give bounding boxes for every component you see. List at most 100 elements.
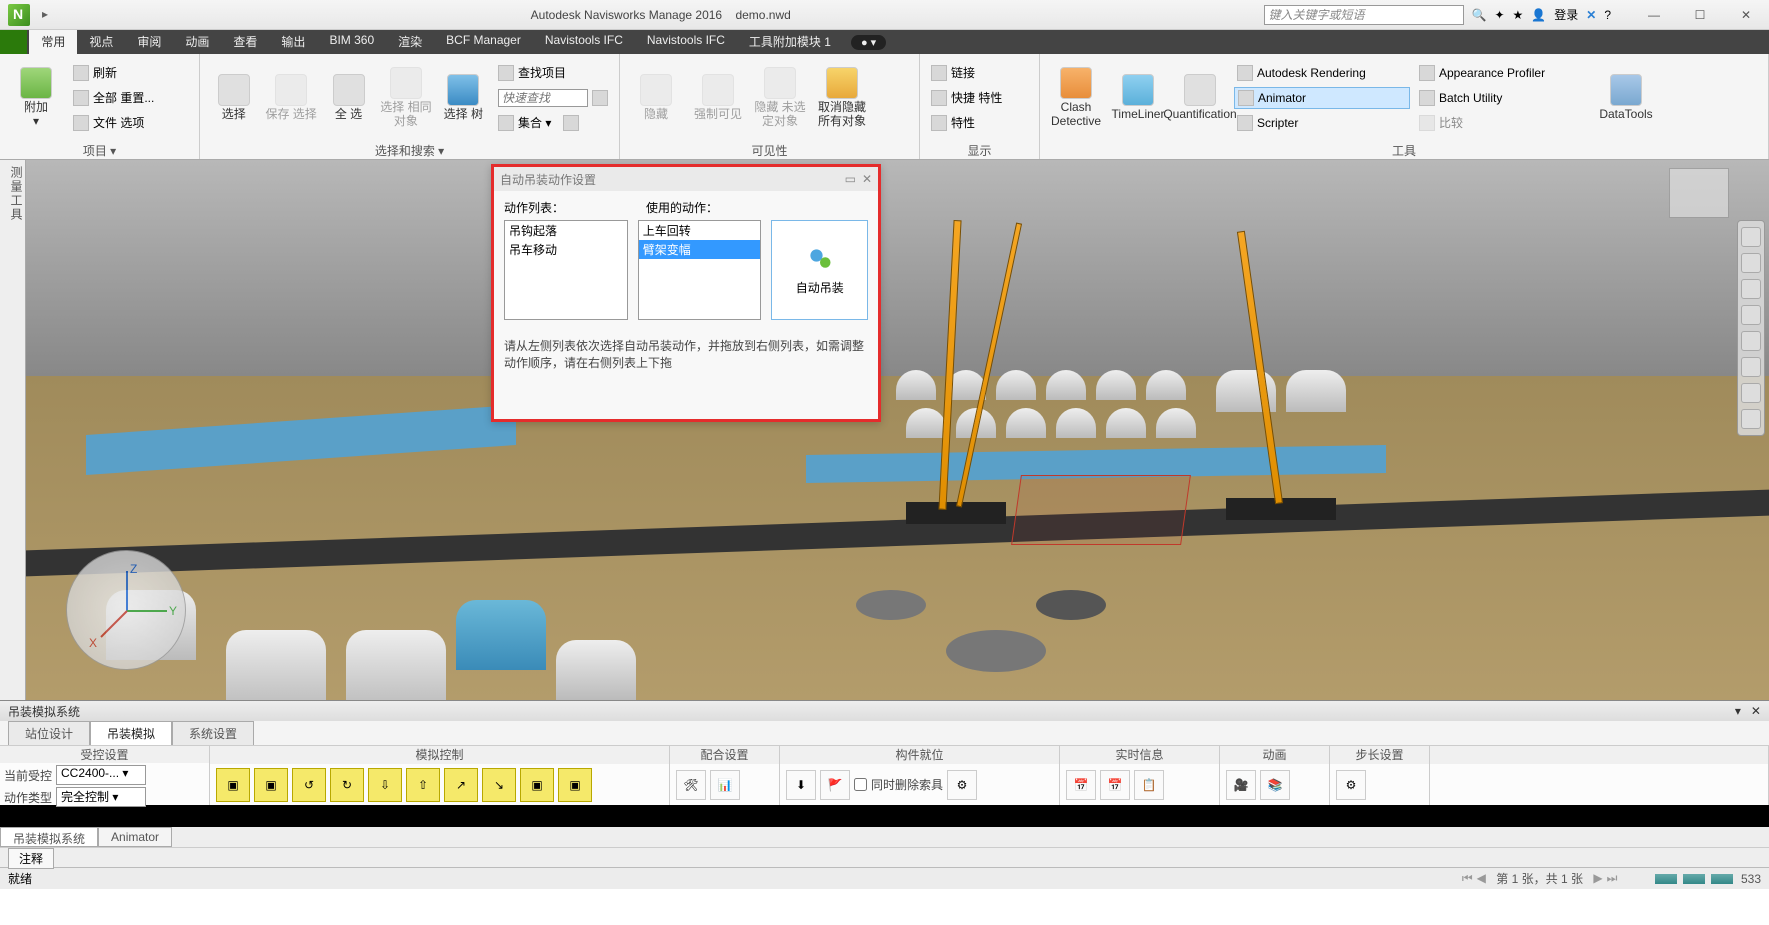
steering-wheel-icon[interactable]	[1741, 227, 1761, 247]
pan-icon[interactable]	[1741, 253, 1761, 273]
auto-hoist-button[interactable]: 自动吊装	[771, 220, 868, 320]
step-btn[interactable]: ⚙	[1336, 770, 1366, 800]
quick-access-toolbar[interactable]: ▸	[42, 7, 58, 23]
sim-btn-rotate-ccw[interactable]: ↺	[292, 768, 326, 802]
app-menu-tab[interactable]	[0, 30, 27, 54]
attach-button[interactable]: 附加▾	[8, 59, 64, 137]
dock-tab-animator[interactable]: Animator	[98, 827, 172, 847]
current-ctrl-select[interactable]: CC2400-... ▾	[56, 765, 146, 785]
view-gizmo[interactable]: Z Y X	[66, 550, 186, 670]
select-button[interactable]: 选择	[208, 59, 259, 137]
comments-tab[interactable]: 注释	[8, 848, 54, 869]
sim-btn-10[interactable]: ▣	[558, 768, 592, 802]
list-item[interactable]: 吊车移动	[505, 240, 627, 259]
dialog-dock-icon[interactable]: ▭	[845, 172, 856, 186]
compare-button[interactable]: 比较	[1416, 112, 1592, 134]
rt-btn-3[interactable]: 📋	[1134, 770, 1164, 800]
list-item[interactable]: 臂架变幅	[639, 240, 761, 259]
selection-tree-button[interactable]: 选择 树	[438, 59, 489, 137]
binoculars-icon[interactable]: 🔍	[1472, 8, 1487, 22]
autodesk-rendering-button[interactable]: Autodesk Rendering	[1234, 62, 1410, 84]
reset-all-button[interactable]: 全部 重置...	[70, 87, 157, 109]
timeline-strip[interactable]	[0, 805, 1769, 827]
app-icon[interactable]	[8, 4, 30, 26]
tab-addin[interactable]: 工具附加模块 1	[737, 30, 843, 54]
find-items-button[interactable]: 查找项目	[495, 62, 611, 84]
quantification-button[interactable]: Quantification	[1172, 59, 1228, 137]
sheet-nav-fwd[interactable]: ▶⏭	[1591, 871, 1619, 886]
sim-btn-9[interactable]: ▣	[520, 768, 554, 802]
tab-output[interactable]: 输出	[269, 30, 317, 54]
animator-button[interactable]: Animator	[1234, 87, 1410, 109]
close-button[interactable]: ✕	[1723, 0, 1769, 30]
unhide-all-button[interactable]: 取消隐藏 所有对象	[814, 59, 870, 137]
help-icon[interactable]: ?	[1604, 8, 1611, 22]
sheet-nav[interactable]: ⏮◀	[1460, 871, 1488, 886]
actions-listbox[interactable]: 吊钩起落 吊车移动	[504, 220, 628, 320]
tab-animation[interactable]: 动画	[173, 30, 221, 54]
require-button[interactable]: 强制可见	[690, 59, 746, 137]
action-type-select[interactable]: 完全控制 ▾	[56, 787, 146, 807]
clash-detective-button[interactable]: Clash Detective	[1048, 59, 1104, 137]
tab-navistools-2[interactable]: Navistools IFC	[635, 30, 737, 54]
dock-tab-hoist[interactable]: 吊装模拟系统	[0, 827, 98, 847]
hide-unselected-button[interactable]: 隐藏 未选定对象	[752, 59, 808, 137]
tab-hoist-sim[interactable]: 吊装模拟	[90, 721, 172, 745]
sets-button[interactable]: 集合 ▾	[495, 112, 611, 134]
save-selection-button[interactable]: 保存 选择	[265, 59, 316, 137]
tab-view[interactable]: 查看	[221, 30, 269, 54]
used-actions-listbox[interactable]: 上车回转 臂架变幅	[638, 220, 762, 320]
select-same-button[interactable]: 选择 相同对象	[380, 59, 431, 137]
sim-btn-1[interactable]: ▣	[216, 768, 250, 802]
dialog-titlebar[interactable]: 自动吊装动作设置 ▭✕	[494, 167, 878, 191]
pos-btn-down[interactable]: ⬇	[786, 770, 816, 800]
exchange-icon[interactable]: ✕	[1586, 8, 1596, 22]
tab-system-settings[interactable]: 系统设置	[172, 721, 254, 745]
help-search-input[interactable]: 键入关键字或短语	[1264, 5, 1464, 25]
batch-utility-button[interactable]: Batch Utility	[1416, 87, 1592, 109]
select-all-button[interactable]: 全 选	[323, 59, 374, 137]
tab-render[interactable]: 渲染	[386, 30, 434, 54]
walk-icon[interactable]	[1741, 357, 1761, 377]
maximize-button[interactable]: ☐	[1677, 0, 1723, 30]
quick-find-input[interactable]	[495, 87, 611, 109]
minimize-button[interactable]: —	[1631, 0, 1677, 30]
group-label-select[interactable]: 选择和搜索 ▾	[200, 141, 619, 159]
tab-review[interactable]: 审阅	[125, 30, 173, 54]
cfg-btn-1[interactable]: 🛠	[676, 770, 706, 800]
tab-navistools-1[interactable]: Navistools IFC	[533, 30, 635, 54]
group-label-project[interactable]: 项目 ▾	[0, 141, 199, 159]
file-options-button[interactable]: 文件 选项	[70, 112, 157, 134]
view-cube[interactable]	[1669, 168, 1729, 218]
orbit-icon[interactable]	[1741, 305, 1761, 325]
pos-btn-gear[interactable]: ⚙	[947, 770, 977, 800]
appearance-profiler-button[interactable]: Appearance Profiler	[1416, 62, 1592, 84]
refresh-button[interactable]: 刷新	[70, 62, 157, 84]
user-icon[interactable]: 👤	[1531, 8, 1546, 22]
sim-btn-hook-up[interactable]: ⇧	[406, 768, 440, 802]
rt-btn-2[interactable]: 📅	[1100, 770, 1130, 800]
login-link[interactable]: 登录	[1554, 6, 1578, 23]
zoom-icon[interactable]	[1741, 279, 1761, 299]
tab-bim360[interactable]: BIM 360	[317, 30, 386, 54]
sim-btn-2[interactable]: ▣	[254, 768, 288, 802]
rt-btn-1[interactable]: 📅	[1066, 770, 1096, 800]
star-icon[interactable]: ★	[1513, 8, 1524, 22]
panel-header-buttons[interactable]: ▾ ✕	[1735, 704, 1761, 718]
tab-viewpoint[interactable]: 视点	[77, 30, 125, 54]
cfg-btn-2[interactable]: 📊	[710, 770, 740, 800]
record-indicator[interactable]: ● ▾	[851, 35, 886, 50]
tab-station-design[interactable]: 站位设计	[8, 721, 90, 745]
magnifier-icon[interactable]	[592, 90, 608, 106]
list-item[interactable]: 上车回转	[639, 221, 761, 240]
sim-btn-rotate-cw[interactable]: ↻	[330, 768, 364, 802]
anim-btn-camera[interactable]: 🎥	[1226, 770, 1256, 800]
sim-btn-boom-in[interactable]: ↘	[482, 768, 516, 802]
hide-button[interactable]: 隐藏	[628, 59, 684, 137]
satellite-icon[interactable]: ✦	[1494, 8, 1504, 22]
measure-tools-sidebar[interactable]: 测量工具	[0, 160, 26, 700]
links-button[interactable]: 链接	[928, 62, 1005, 84]
sim-btn-boom-out[interactable]: ↗	[444, 768, 478, 802]
remove-rigging-checkbox[interactable]	[854, 778, 867, 791]
anim-btn-folders[interactable]: 📚	[1260, 770, 1290, 800]
